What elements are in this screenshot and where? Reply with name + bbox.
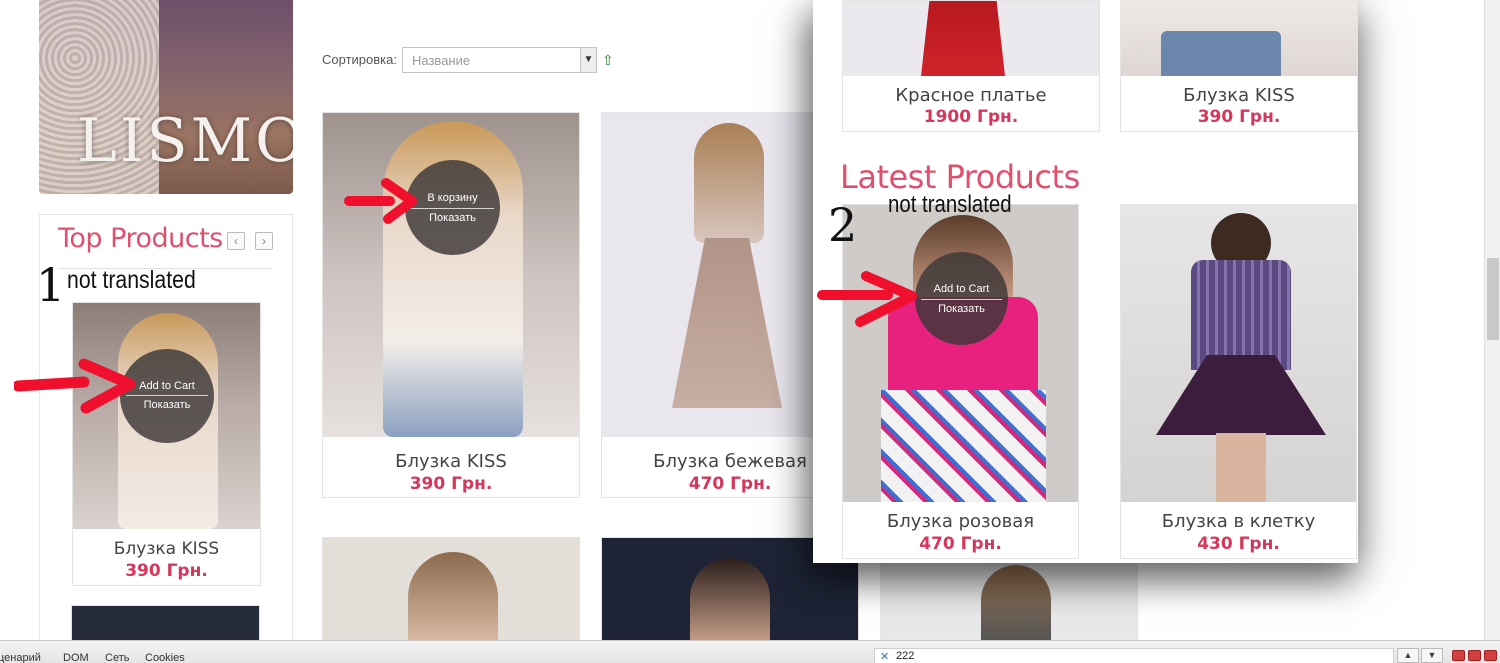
quick-actions-overlay: В корзину Показать [405,160,500,255]
devtools-tab-network[interactable]: Сеть [105,652,129,663]
red-arrow-icon [344,178,417,224]
product-image[interactable] [881,561,1137,641]
red-arrow-icon [14,358,136,414]
product-name[interactable]: Блузка в клетку [1121,511,1356,532]
product-card[interactable] [71,605,260,641]
devtools-tab-script[interactable]: ценарий [0,652,41,663]
product-card[interactable]: Красное платье 1900 Грн. [842,0,1100,132]
product-price: 390 Грн. [125,561,208,581]
product-name[interactable]: Красное платье [843,85,1099,106]
product-image[interactable] [843,1,1099,76]
annotation-text-2: not translated [888,191,1012,218]
chevron-down-icon[interactable]: ▼ [580,48,596,72]
product-card[interactable]: Блузка KISS 390 Грн. [72,302,261,586]
product-image[interactable] [1121,205,1356,502]
red-arrow-icon [817,271,917,327]
divider [921,299,1002,300]
product-image[interactable] [843,205,1078,502]
product-card[interactable]: Блузка KISS 390 Грн. [1120,0,1358,132]
add-to-cart-link[interactable]: Add to Cart [915,283,1008,295]
devtools-search-value: 222 [896,650,915,662]
product-card[interactable]: Блузка в клетку 430 Грн. [1120,204,1357,559]
chevron-left-icon[interactable]: ‹ [227,232,245,250]
close-icon[interactable]: ✕ [880,650,889,663]
add-to-cart-link[interactable]: В корзину [405,192,500,204]
product-price: 390 Грн. [1197,107,1281,127]
annotation-number-2: 2 [828,198,858,252]
scrollbar-thumb[interactable] [1487,258,1499,340]
chevron-down-icon[interactable]: ▼ [1421,648,1443,663]
product-name[interactable]: Блузка KISS [323,451,579,472]
chevron-up-icon[interactable]: ▲ [1397,648,1419,663]
product-price: 430 Грн. [1197,534,1280,554]
page-scrollbar[interactable] [1484,0,1500,640]
sort-ascending-icon[interactable]: ⇧ [602,52,616,68]
product-name[interactable]: Блузка KISS [1121,85,1357,106]
lismo-banner[interactable]: LISMO [39,0,293,194]
devtools-tab-dom[interactable]: DOM [63,652,89,663]
product-card[interactable] [322,537,580,641]
sort-select[interactable]: Название ▼ [402,47,597,73]
banner-logo: LISMO [77,106,293,176]
devtools-tab-cookies[interactable]: Cookies [145,652,185,663]
product-image[interactable] [1121,1,1357,76]
product-name[interactable]: Блузка KISS [73,539,260,559]
show-link[interactable]: Показать [915,303,1008,315]
product-card[interactable] [880,560,1138,641]
devtools-search-field[interactable]: ✕ 222 [874,648,1394,663]
divider [126,395,208,396]
minimize-icon[interactable] [1452,650,1465,661]
annotation-number-1: 1 [36,258,66,312]
product-name[interactable]: Блузка розовая [843,511,1078,532]
product-price: 1900 Грн. [923,107,1019,127]
sort-select-value: Название [412,53,471,68]
restore-icon[interactable] [1468,650,1481,661]
quick-actions-overlay: Add to Cart Показать [915,252,1008,345]
top-products-title: Top Products [58,223,223,254]
annotation-text-1: not translated [67,266,196,294]
close-icon[interactable] [1484,650,1497,661]
show-link[interactable]: Показать [405,212,500,224]
sort-label: Сортировка: [322,52,397,67]
product-image[interactable] [323,538,579,641]
divider [411,208,494,209]
product-price: 470 Грн. [919,534,1002,554]
product-price: 390 Грн. [409,474,493,494]
chevron-right-icon[interactable]: › [255,232,273,250]
product-image[interactable] [72,606,259,641]
